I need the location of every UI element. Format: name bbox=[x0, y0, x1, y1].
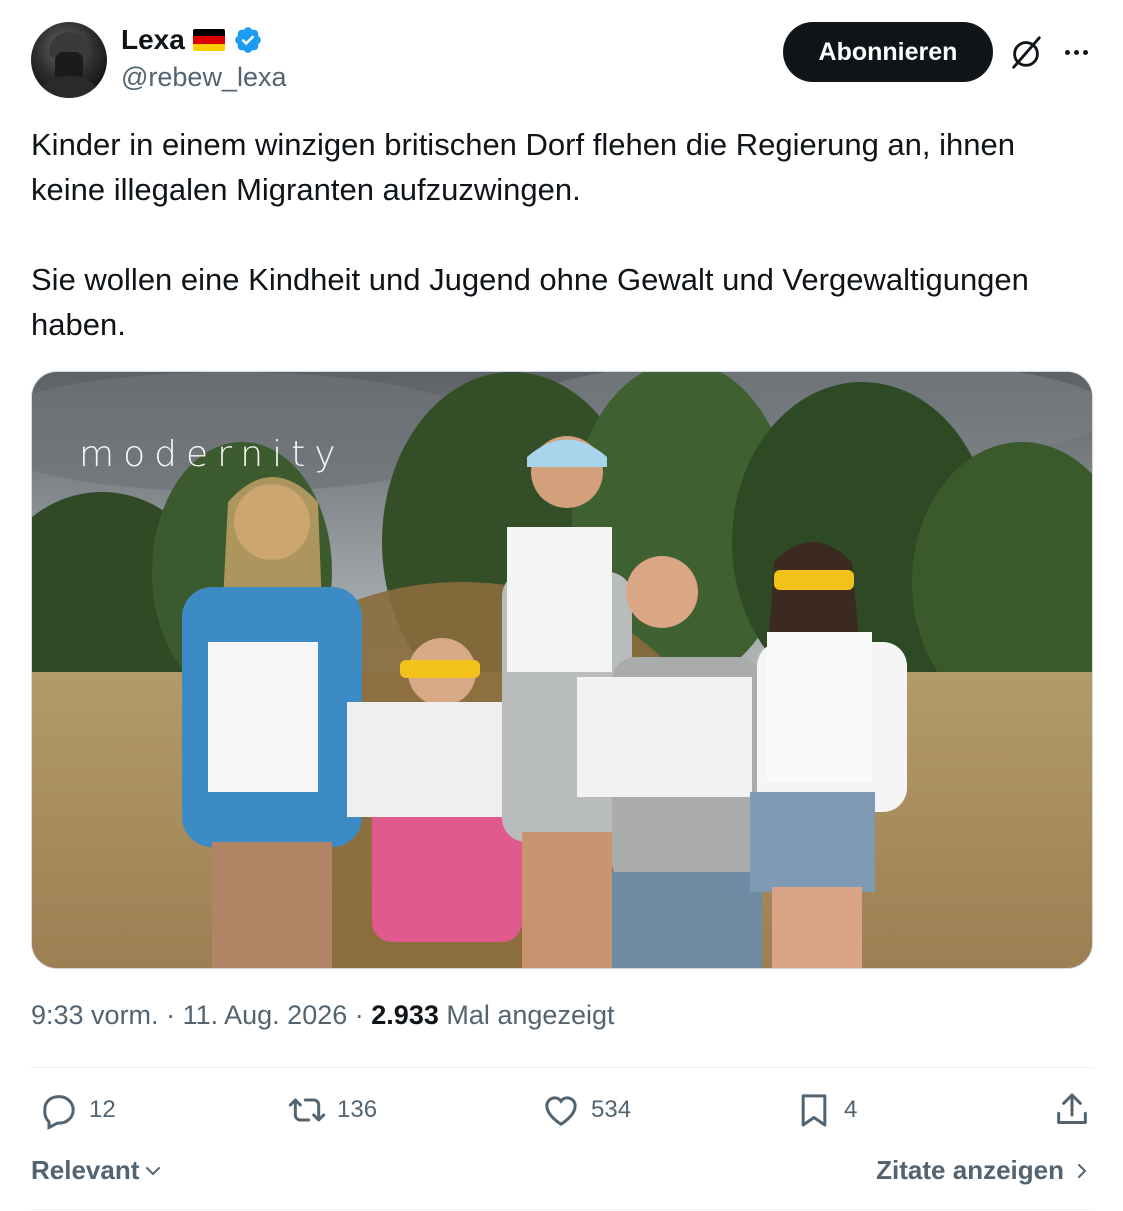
views-label: Mal angezeigt bbox=[446, 1000, 615, 1030]
photo-watermark: modernity bbox=[79, 434, 345, 475]
tweet-date[interactable]: 11. Aug. 2026 bbox=[183, 1000, 348, 1030]
tweet-text: Kinder in einem winzigen britischen Dorf… bbox=[31, 122, 1091, 347]
views-count: 2.933 bbox=[371, 1000, 439, 1030]
repost-button[interactable]: 136 bbox=[287, 1090, 377, 1130]
like-count: 534 bbox=[591, 1096, 632, 1123]
germany-flag-icon bbox=[192, 29, 225, 51]
quotes-label: Zitate anzeigen bbox=[876, 1155, 1064, 1185]
reply-count: 12 bbox=[89, 1096, 116, 1123]
tweet-paragraph: Kinder in einem winzigen britischen Dorf… bbox=[31, 127, 1015, 207]
author-name[interactable]: Lexa bbox=[121, 24, 185, 56]
author-name-row: Lexa bbox=[121, 24, 263, 56]
tweet-time[interactable]: 9:33 vorm. bbox=[31, 1000, 159, 1030]
reply-icon bbox=[43, 1095, 75, 1130]
author-handle[interactable]: @rebew_lexa bbox=[121, 62, 287, 93]
verified-badge-icon[interactable] bbox=[233, 25, 263, 55]
chevron-down-icon bbox=[146, 1166, 161, 1175]
bookmark-count: 4 bbox=[844, 1096, 858, 1123]
meta-separator: · bbox=[354, 1000, 364, 1030]
follow-button[interactable]: Abonnieren bbox=[783, 22, 993, 82]
tweet-photo[interactable]: modernity bbox=[31, 371, 1093, 969]
heart-icon bbox=[545, 1096, 577, 1126]
tweet-header: Lexa @rebew_lexa Abonnieren bbox=[31, 22, 1092, 100]
tweet-meta: 9:33 vorm. · 11. Aug. 2026 · 2.933 Mal a… bbox=[31, 1000, 614, 1031]
divider bbox=[31, 1209, 1092, 1210]
repost-count: 136 bbox=[337, 1096, 378, 1123]
grok-icon[interactable] bbox=[1007, 34, 1045, 72]
view-quotes-link[interactable]: Zitate anzeigen bbox=[876, 1155, 1092, 1186]
sort-replies-dropdown[interactable]: Relevant bbox=[31, 1155, 165, 1186]
bookmark-icon bbox=[801, 1094, 827, 1127]
more-options-icon[interactable] bbox=[1060, 32, 1092, 72]
bookmark-button[interactable]: 4 bbox=[794, 1090, 857, 1130]
sort-label: Relevant bbox=[31, 1155, 140, 1185]
divider bbox=[31, 1067, 1092, 1068]
like-button[interactable]: 534 bbox=[541, 1090, 631, 1130]
share-button[interactable] bbox=[1052, 1090, 1092, 1130]
tweet-paragraph: Sie wollen eine Kindheit und Jugend ohne… bbox=[31, 262, 1029, 342]
reply-button[interactable]: 12 bbox=[39, 1090, 116, 1130]
share-icon bbox=[1057, 1093, 1087, 1124]
action-bar: 12 136 534 4 bbox=[31, 1090, 1092, 1136]
chevron-right-icon bbox=[1078, 1163, 1087, 1178]
repost-icon bbox=[288, 1098, 326, 1122]
avatar[interactable] bbox=[31, 22, 107, 98]
meta-separator: · bbox=[166, 1000, 176, 1030]
